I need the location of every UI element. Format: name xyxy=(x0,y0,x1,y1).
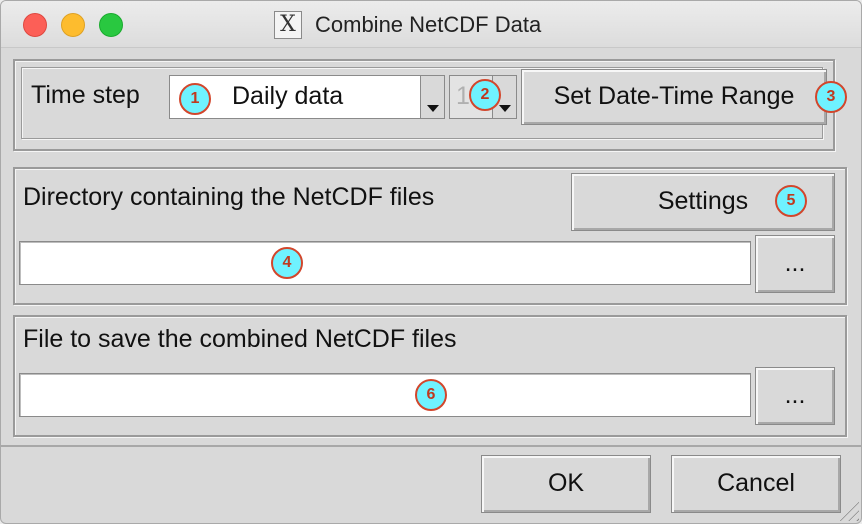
chevron-down-icon[interactable] xyxy=(420,76,444,118)
marker-4: 4 xyxy=(271,247,303,279)
minimize-window-button[interactable] xyxy=(61,13,85,37)
dialog-window: X Combine NetCDF Data Time step Daily da… xyxy=(0,0,862,524)
directory-input[interactable] xyxy=(19,241,751,285)
marker-6: 6 xyxy=(415,379,447,411)
marker-2: 2 xyxy=(469,79,501,111)
footer-divider xyxy=(1,445,861,447)
output-file-input[interactable] xyxy=(19,373,751,417)
directory-label: Directory containing the NetCDF files xyxy=(23,183,435,211)
ok-button[interactable]: OK xyxy=(481,455,651,513)
marker-3: 3 xyxy=(815,81,847,113)
timestep-label: Time step xyxy=(31,81,140,109)
window-title: Combine NetCDF Data xyxy=(315,12,542,37)
x11-app-icon: X xyxy=(274,11,302,39)
timestep-selected-value: Daily data xyxy=(232,82,344,110)
cancel-button[interactable]: Cancel xyxy=(671,455,841,513)
close-window-button[interactable] xyxy=(23,13,47,37)
set-date-time-range-button[interactable]: Set Date-Time Range xyxy=(521,69,827,125)
zoom-window-button[interactable] xyxy=(99,13,123,37)
output-browse-button[interactable]: ... xyxy=(755,367,835,425)
directory-browse-button[interactable]: ... xyxy=(755,235,835,293)
output-label: File to save the combined NetCDF files xyxy=(23,325,457,353)
title-bar[interactable]: X Combine NetCDF Data xyxy=(1,1,861,48)
marker-5: 5 xyxy=(775,185,807,217)
timestep-step-value: 1 xyxy=(456,82,470,110)
marker-1: 1 xyxy=(179,83,211,115)
